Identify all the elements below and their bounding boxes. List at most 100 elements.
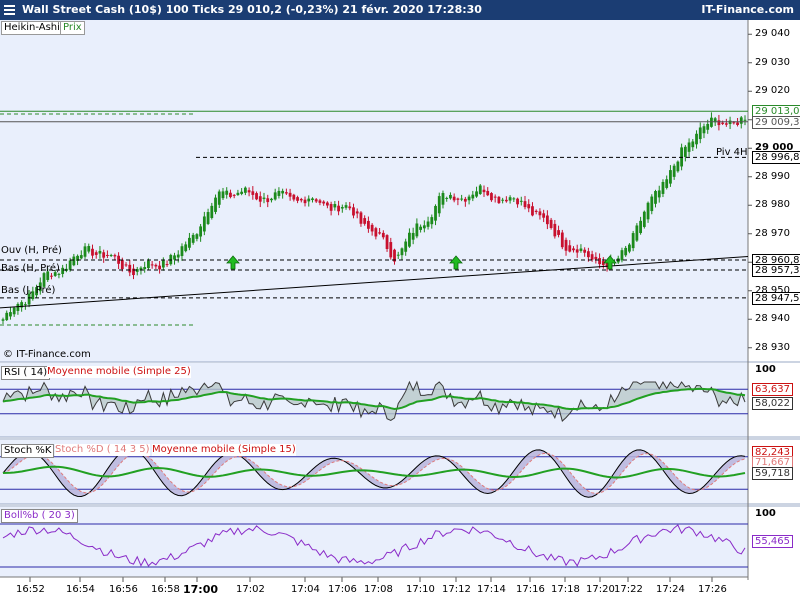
candle-body — [184, 244, 188, 252]
candle-body — [419, 226, 423, 230]
candle-body — [691, 141, 695, 148]
candle-body — [16, 304, 20, 311]
x-tick-label: 17:24 — [656, 584, 685, 595]
candle-body — [258, 196, 262, 202]
candle-body — [411, 232, 415, 240]
candle-body — [98, 250, 102, 254]
candle-body — [404, 241, 408, 252]
candle-body — [598, 258, 601, 265]
y-tick-label: 28 940 — [755, 313, 790, 325]
candle-body — [311, 198, 314, 201]
rsi-ma-legend: Moyenne mobile (Simple 25) — [47, 366, 191, 378]
candle-body — [441, 193, 445, 205]
candle-body — [363, 218, 367, 224]
x-tick-label: 17:06 — [328, 584, 357, 595]
candle-body — [531, 206, 534, 216]
candle-body — [482, 189, 486, 193]
candle-body — [695, 133, 698, 145]
candle-body — [344, 205, 348, 208]
candle-body — [378, 232, 381, 234]
candle-body — [624, 247, 628, 256]
candle-body — [109, 255, 113, 257]
candle-body — [188, 237, 191, 248]
candle-body — [87, 246, 91, 252]
candle-body — [434, 205, 437, 221]
candle-body — [202, 216, 206, 232]
candle-body — [1, 319, 5, 321]
candle-body — [217, 191, 221, 205]
candle-body — [284, 192, 288, 194]
rsi-value: 58,022 — [752, 397, 793, 410]
rsi-ma-value: 63,637 — [752, 383, 793, 396]
candle-body — [497, 196, 501, 204]
level-label-low-d: Bas (J, Pré) — [1, 285, 56, 297]
candle-body — [23, 304, 27, 306]
stoch-value-3: 59,718 — [752, 467, 793, 480]
x-tick-label: 17:20 — [586, 584, 615, 595]
candle-body — [303, 199, 307, 204]
candle-body — [400, 248, 404, 256]
candle-body — [277, 190, 281, 196]
stoch-d-legend: Stoch %D ( 14 3 5) — [55, 444, 150, 456]
candle-body — [214, 197, 217, 212]
candle-body — [471, 194, 475, 199]
candle-body — [180, 246, 184, 257]
candle-body — [50, 275, 53, 277]
candle-body — [94, 252, 98, 255]
candle-body — [504, 199, 508, 202]
candle-body — [337, 205, 340, 212]
candle-body — [739, 117, 743, 124]
watermark-label: © IT-Finance.com — [3, 349, 91, 360]
candle-body — [340, 207, 344, 209]
candle-body — [527, 204, 531, 209]
candle-body — [396, 254, 400, 256]
candle-body — [628, 244, 631, 252]
candle-body — [422, 225, 426, 229]
candle-body — [176, 254, 180, 258]
candle-body — [325, 202, 329, 206]
candle-body — [255, 193, 258, 200]
chart-style-tag: Heikin-Ashi — [1, 21, 63, 35]
candle-body — [120, 259, 124, 270]
candle-body — [683, 146, 687, 157]
candle-body — [512, 198, 516, 200]
candle-body — [575, 249, 579, 253]
candle-body — [724, 123, 728, 125]
candle-body — [579, 248, 583, 251]
candle-body — [736, 122, 739, 125]
x-tick-label: 16:58 — [151, 584, 180, 595]
candle-body — [534, 210, 538, 212]
candle-body — [486, 190, 490, 196]
candle-body — [210, 205, 214, 219]
candle-body — [251, 191, 255, 195]
candle-body — [158, 265, 162, 270]
y-tick-label: 28 980 — [755, 199, 790, 211]
candle-body — [657, 190, 661, 198]
candle-body — [430, 217, 434, 225]
candle-body — [590, 254, 594, 260]
candle-body — [229, 192, 232, 198]
candle-body — [445, 197, 449, 199]
candle-body — [385, 235, 389, 249]
candle-body — [642, 211, 646, 227]
y-tick-label: 28 970 — [755, 227, 790, 239]
boll-y-tick: 100 — [755, 508, 776, 519]
candle-body — [165, 264, 169, 266]
x-tick-label: 17:16 — [516, 584, 545, 595]
candle-body — [381, 232, 385, 238]
candle-body — [243, 187, 247, 193]
candle-body — [415, 223, 419, 237]
candle-body — [329, 204, 333, 211]
candle-body — [173, 255, 176, 260]
candle-body — [61, 267, 65, 274]
chart-svg[interactable] — [0, 0, 800, 600]
x-tick-label: 17:18 — [551, 584, 580, 595]
candle-body — [654, 191, 657, 204]
candle-body — [478, 185, 482, 194]
candle-body — [620, 250, 624, 261]
candle-body — [128, 264, 132, 273]
candle-body — [583, 249, 587, 253]
candle-body — [83, 246, 87, 257]
candle-body — [281, 190, 285, 194]
candle-body — [732, 122, 736, 124]
